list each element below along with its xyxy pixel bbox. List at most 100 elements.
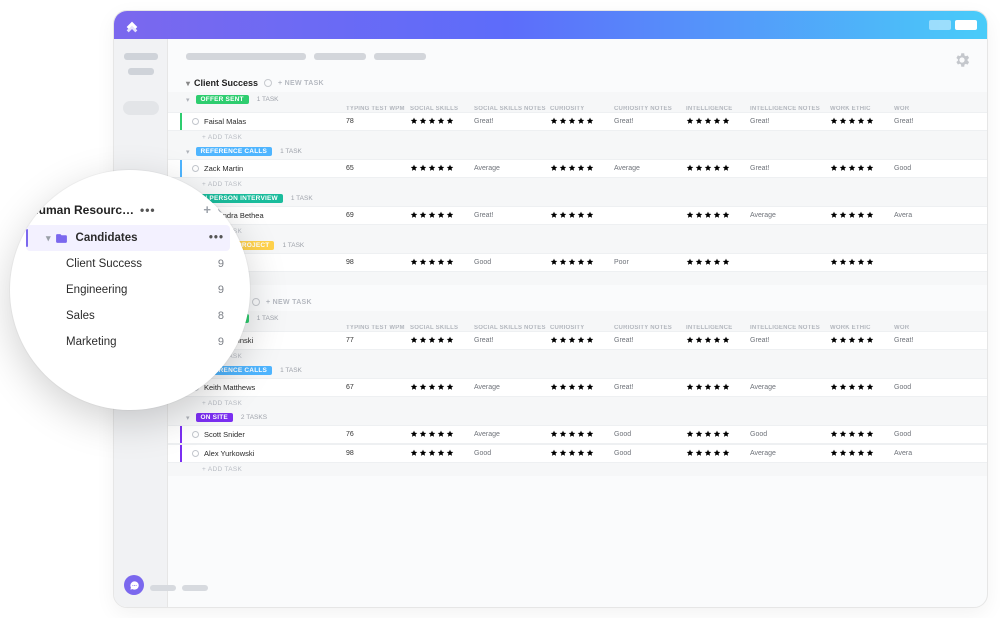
status-group-header[interactable]: ▾ ON SITE 2 TASKS	[168, 410, 987, 425]
task-name: Zack Martin	[204, 164, 243, 173]
cell-wpm: 65	[346, 165, 410, 172]
cell-work-notes: Great!	[894, 337, 932, 344]
cell-wpm: 67	[346, 384, 410, 391]
cell-intelligence	[686, 383, 750, 393]
add-task-button[interactable]: + ADD TASK	[168, 225, 987, 238]
task-count: 1 TASK	[282, 242, 304, 249]
add-task-button[interactable]: + ADD TASK	[168, 272, 987, 285]
item-more-icon[interactable]: •••	[209, 232, 224, 244]
sidebar-item-label: Engineering	[66, 284, 127, 296]
cell-social-notes: Average	[474, 431, 550, 438]
status-badge: OFFER SENT	[196, 95, 249, 104]
task-name: Faisal Malas	[204, 117, 246, 126]
sidebar-item-candidates[interactable]: ▾ Candidates •••	[26, 225, 230, 251]
chevron-down-icon[interactable]: ▾	[186, 148, 190, 156]
sidebar-item-sales[interactable]: Sales 8	[30, 303, 230, 329]
space-add-icon[interactable]: +	[203, 202, 211, 217]
add-task-button[interactable]: + ADD TASK	[168, 178, 987, 191]
task-status-circle[interactable]	[192, 118, 199, 125]
task-row[interactable]: Jerry Krusinski 77 Great! Great! Great! …	[168, 331, 987, 350]
task-status-circle[interactable]	[192, 165, 199, 172]
task-row[interactable]: Scott Snider 76 Average Good Good Good	[168, 425, 987, 444]
section-header[interactable]: ▾ Client Success + NEW TASK	[168, 72, 987, 92]
status-group-header[interactable]: ▾ REFERENCE CALLS 1 TASK	[168, 144, 987, 159]
star-rating	[830, 336, 894, 346]
cell-wpm: 98	[346, 450, 410, 457]
cell-work-ethic	[830, 383, 894, 393]
task-status-circle[interactable]	[192, 450, 199, 457]
chevron-down-icon[interactable]: ▾	[186, 414, 190, 422]
rail-placeholder	[128, 68, 154, 75]
cell-wpm: 77	[346, 337, 410, 344]
info-icon[interactable]	[252, 298, 260, 306]
add-task-button[interactable]: + ADD TASK	[168, 350, 987, 363]
cell-curiosity	[550, 383, 614, 393]
window-tab-switcher[interactable]	[929, 20, 977, 30]
star-rating	[550, 211, 614, 221]
sidebar-item-engineering[interactable]: Engineering 9	[30, 277, 230, 303]
status-group-header[interactable]: ▾ REFERENCE CALLS 1 TASK	[168, 363, 987, 378]
star-rating	[686, 383, 750, 393]
section-header[interactable]: ▾ Engineering + NEW TASK	[168, 291, 987, 311]
star-rating	[410, 164, 474, 174]
breadcrumb-placeholder	[374, 53, 426, 60]
chat-fab[interactable]	[124, 575, 144, 595]
task-row[interactable]: Alexandra Bethea 69 Great! Average Avera	[168, 206, 987, 225]
sidebar-item-count: 8	[218, 310, 224, 322]
star-rating	[410, 258, 474, 268]
cell-work-notes: Good	[894, 431, 932, 438]
status-badge: ON SITE	[196, 413, 233, 422]
new-task-button[interactable]: + NEW TASK	[278, 80, 324, 87]
cell-curiosity	[550, 211, 614, 221]
task-row[interactable]: Brandi West 98 Good Poor	[168, 253, 987, 272]
add-task-button[interactable]: + ADD TASK	[168, 463, 987, 476]
star-rating	[686, 211, 750, 221]
task-row[interactable]: Keith Matthews 67 Average Great! Average…	[168, 378, 987, 397]
chevron-down-icon[interactable]: ▾	[186, 96, 190, 104]
star-rating	[830, 449, 894, 459]
cell-intelligence-notes: Average	[750, 384, 830, 391]
cell-work-notes: Good	[894, 384, 932, 391]
app-logo-icon	[124, 17, 140, 33]
star-rating	[686, 258, 750, 268]
window-tab-active[interactable]	[955, 20, 977, 30]
cell-intelligence	[686, 211, 750, 221]
columns-header: TYPING TEST WPM SOCIAL SKILLS SOCIAL SKI…	[168, 323, 987, 331]
new-task-button[interactable]: + NEW TASK	[266, 299, 312, 306]
task-row[interactable]: Faisal Malas 78 Great! Great! Great! Gre…	[168, 112, 987, 131]
window-tab[interactable]	[929, 20, 951, 30]
sidebar-item-marketing[interactable]: Marketing 9	[30, 329, 230, 355]
add-task-button[interactable]: + ADD TASK	[168, 131, 987, 144]
sidebar-item-client-success[interactable]: Client Success 9	[30, 251, 230, 277]
star-rating	[550, 117, 614, 127]
task-status-circle[interactable]	[192, 431, 199, 438]
star-rating	[410, 430, 474, 440]
cell-curiosity	[550, 449, 614, 459]
rail-search[interactable]	[123, 101, 159, 115]
status-group-header[interactable]: ▾ IN PERSON INTERVIEW 1 TASK	[168, 191, 987, 206]
star-rating	[410, 211, 474, 221]
info-icon[interactable]	[264, 79, 272, 87]
settings-icon[interactable]	[953, 51, 971, 69]
cell-wpm: 69	[346, 212, 410, 219]
cell-social-skills	[410, 430, 474, 440]
cell-curiosity-notes: Great!	[614, 384, 686, 391]
task-row[interactable]: Zack Martin 65 Average Average Great! Go…	[168, 159, 987, 178]
add-task-button[interactable]: + ADD TASK	[168, 397, 987, 410]
space-more-icon[interactable]: •••	[140, 203, 156, 217]
cell-work-notes: Great!	[894, 118, 932, 125]
space-title[interactable]: Human Resourc…	[30, 203, 134, 217]
cell-intelligence	[686, 336, 750, 346]
chevron-down-icon[interactable]: ▾	[46, 233, 51, 244]
status-group-header[interactable]: ▾ RECEIVED PROJECT 1 TASK	[168, 238, 987, 253]
cell-social-notes: Great!	[474, 118, 550, 125]
cell-curiosity	[550, 258, 614, 268]
star-rating	[686, 430, 750, 440]
rail-placeholder	[124, 53, 158, 60]
section: ▾ Client Success + NEW TASK ▾ OFFER SENT…	[168, 72, 987, 285]
star-rating	[686, 449, 750, 459]
star-rating	[830, 258, 894, 268]
task-row[interactable]: Alex Yurkowski 98 Good Good Average Aver…	[168, 444, 987, 463]
cell-social-notes: Great!	[474, 212, 550, 219]
chevron-down-icon[interactable]: ▾	[186, 79, 190, 88]
